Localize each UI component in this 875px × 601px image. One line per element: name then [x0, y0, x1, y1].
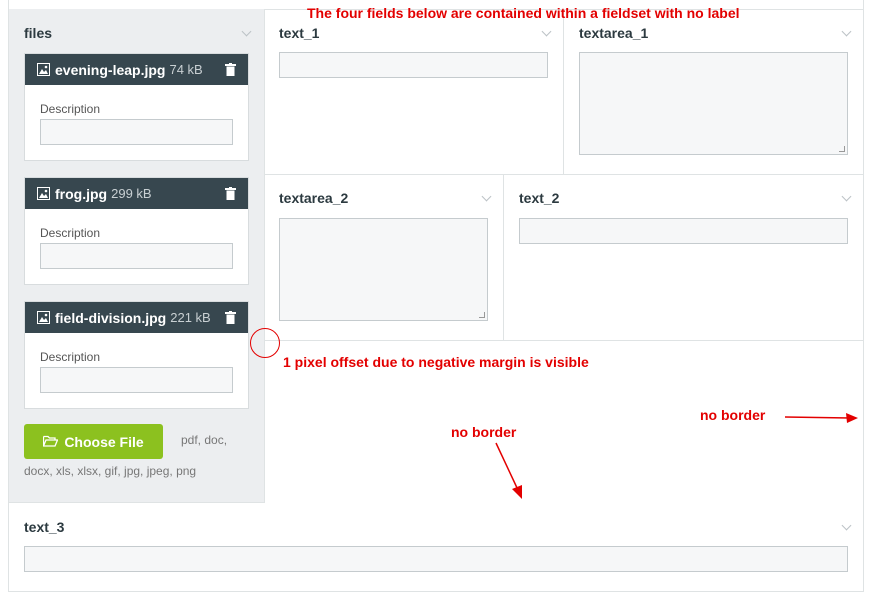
annotation-arrows: [495, 413, 858, 499]
